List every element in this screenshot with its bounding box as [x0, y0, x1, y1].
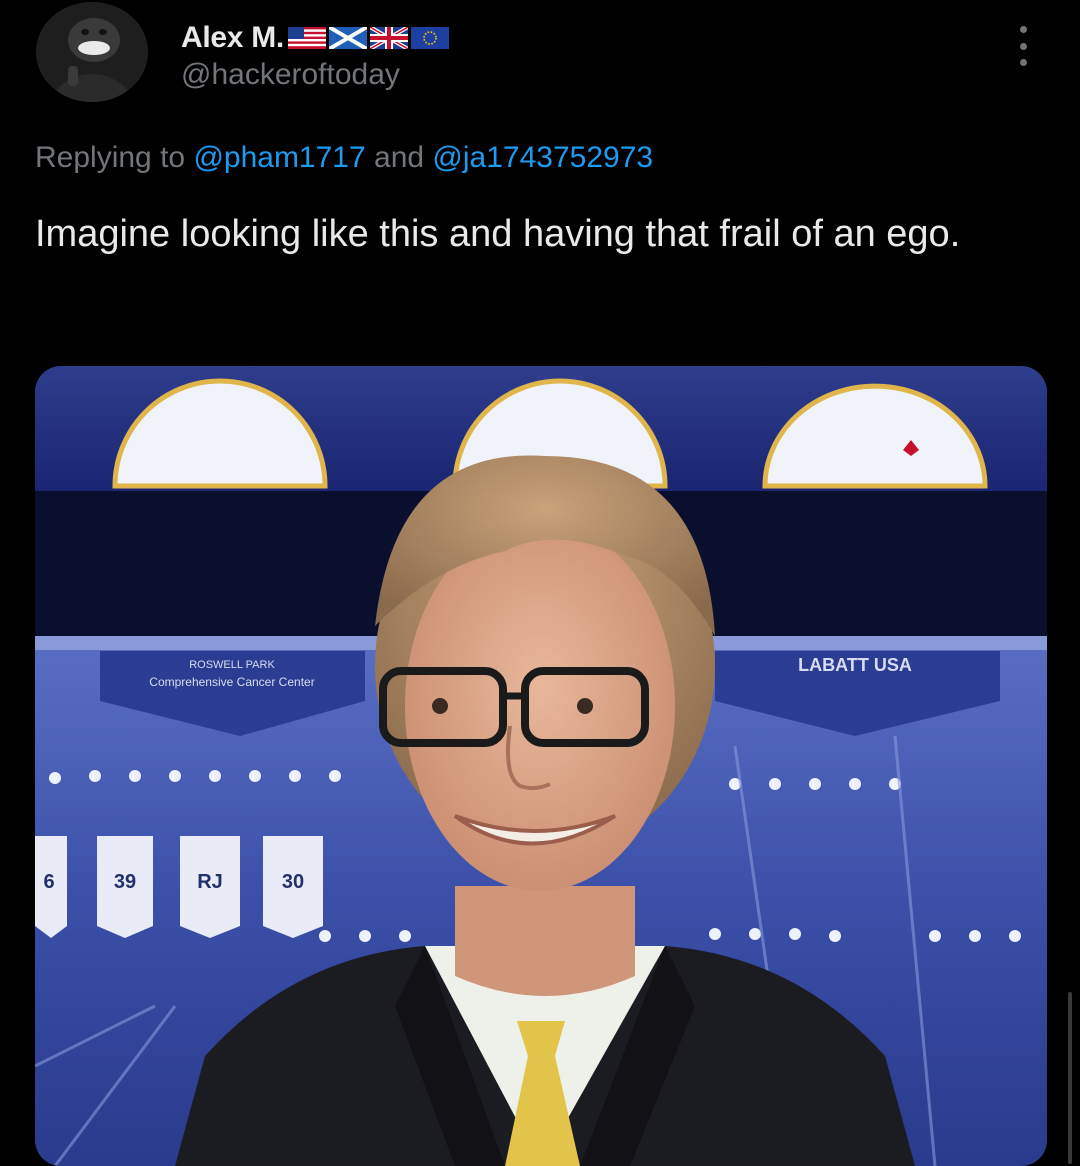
- author-display-name[interactable]: Alex M.: [181, 21, 284, 55]
- eu-flag-icon: [410, 27, 449, 49]
- author-handle[interactable]: @hackeroftoday: [181, 58, 400, 92]
- banner-right-text: LABATT USA: [798, 655, 912, 675]
- avatar-image: [36, 2, 148, 102]
- tweet: Alex M. @hackeroftoday Replying to @pham…: [0, 0, 1080, 1166]
- mention-link-1[interactable]: @pham1717: [193, 141, 365, 174]
- scotland-flag-icon: [328, 27, 367, 49]
- banner-left-text: Comprehensive Cancer Center: [149, 675, 314, 689]
- banner-left-top-text: ROSWELL PARK: [189, 659, 275, 671]
- author-name-row[interactable]: Alex M.: [181, 18, 449, 58]
- mention-link-2[interactable]: @ja1743752973: [432, 141, 653, 174]
- jersey-banner-2: 39: [114, 871, 136, 893]
- us-flag-icon: [287, 27, 326, 49]
- jersey-banner-4: 30: [282, 871, 304, 893]
- uk-flag-icon: [369, 27, 408, 49]
- jersey-banner-1: 6: [43, 871, 54, 893]
- photo-image: ROSWELL PARK Comprehensive Cancer Center…: [35, 366, 1047, 1166]
- scrollbar[interactable]: [1068, 992, 1072, 1164]
- replying-to-line: Replying to @pham1717 and @ja1743752973: [35, 141, 653, 175]
- replying-to-label: Replying to: [35, 141, 194, 174]
- replying-to-connector: and: [365, 141, 433, 174]
- jersey-banner-3: RJ: [197, 871, 223, 893]
- avatar[interactable]: [36, 2, 148, 102]
- more-options-icon[interactable]: [1008, 26, 1038, 66]
- tweet-text: Imagine looking like this and having tha…: [35, 213, 961, 255]
- tweet-media-photo[interactable]: ROSWELL PARK Comprehensive Cancer Center…: [35, 366, 1047, 1166]
- author-flags: [287, 27, 449, 49]
